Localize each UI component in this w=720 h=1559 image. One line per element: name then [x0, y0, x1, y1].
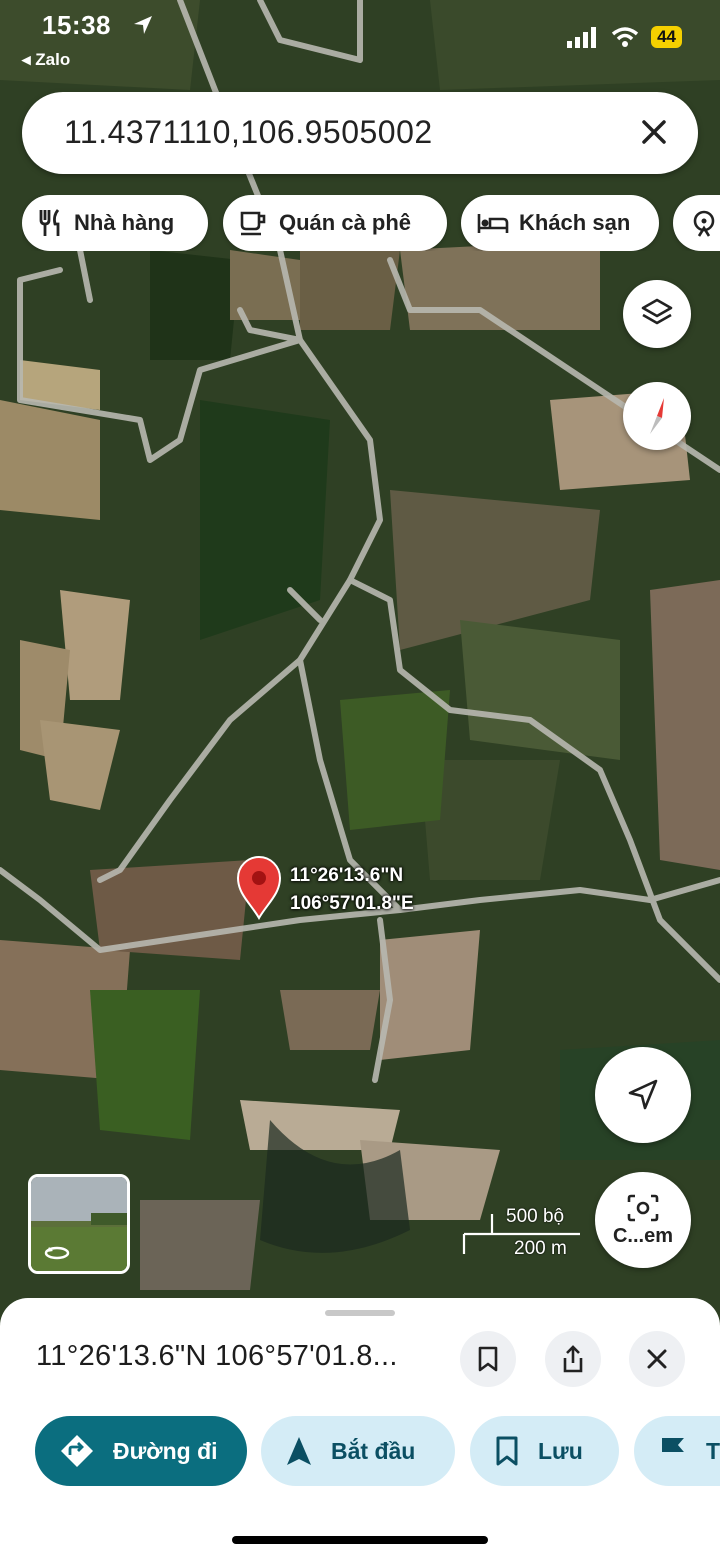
save-button[interactable]: Lưu: [470, 1416, 619, 1486]
chip-label: Nhà hàng: [74, 210, 175, 235]
chip-cafes[interactable]: Quán cà phê: [223, 195, 447, 251]
status-icons: 44: [567, 26, 682, 48]
start-label: Bắt đầu: [331, 1437, 416, 1464]
start-button[interactable]: Bắt đầu: [261, 1416, 455, 1486]
my-location-button[interactable]: [595, 1047, 691, 1143]
navigation-arrow-icon: [287, 1437, 311, 1465]
street-view-thumbnail[interactable]: [28, 1174, 130, 1274]
status-bar: 15:38 ◂ Zalo 44: [0, 0, 720, 80]
home-indicator[interactable]: [232, 1536, 488, 1544]
close-icon: [647, 1349, 667, 1369]
pin-latitude: 11°26'13.6"N: [290, 865, 404, 886]
chip-hotels[interactable]: Khách sạn: [461, 195, 659, 251]
pin-longitude: 106°57'01.8"E: [290, 893, 414, 914]
label-label: T: [705, 1437, 720, 1464]
search-bar[interactable]: 11.4371110,106.9505002: [22, 92, 698, 174]
share-icon: [563, 1345, 583, 1373]
scale-metric: 200 m: [514, 1238, 567, 1259]
sheet-drag-handle[interactable]: [325, 1310, 395, 1316]
camera-search-button[interactable]: C...em: [595, 1172, 691, 1268]
chip-restaurants[interactable]: Nhà hàng: [22, 195, 208, 251]
category-chips: Nhà hàng Quán cà phê Khách sạn: [22, 195, 720, 251]
layers-icon: [641, 298, 673, 325]
navigation-arrow-icon: [628, 1079, 658, 1110]
rotate-360-icon: [44, 1246, 70, 1260]
place-bottom-sheet: 11°26'13.6"N 106°57'01.8... Đường đi Bắt…: [0, 1298, 720, 1559]
directions-label: Đường đi: [113, 1437, 218, 1464]
scale-imperial: 500 bộ: [506, 1206, 565, 1227]
back-app-label: Zalo: [35, 50, 71, 69]
status-time: 15:38: [42, 10, 111, 40]
bed-icon: [477, 214, 509, 233]
camera-icon: [627, 1194, 659, 1221]
map-pin-icon[interactable]: [236, 856, 282, 920]
place-title: 11°26'13.6"N 106°57'01.8...: [36, 1340, 398, 1372]
fork-knife-icon: [39, 209, 60, 236]
coffee-cup-icon: [240, 211, 266, 236]
chip-label: Quán cà phê: [279, 210, 412, 235]
layers-button[interactable]: [623, 280, 691, 348]
attraction-icon: [693, 210, 715, 237]
share-button[interactable]: [545, 1331, 601, 1387]
compass-icon: [650, 398, 664, 434]
label-button[interactable]: T: [634, 1416, 720, 1486]
save-place-button[interactable]: [460, 1331, 516, 1387]
clear-search-icon[interactable]: [636, 114, 672, 150]
wifi-icon: [611, 27, 639, 47]
back-to-app-link[interactable]: ◂ Zalo: [22, 50, 70, 70]
camera-label: C...em: [612, 1224, 674, 1247]
search-query[interactable]: 11.4371110,106.9505002: [64, 114, 433, 151]
compass-button[interactable]: [623, 382, 691, 450]
directions-icon: [61, 1435, 93, 1467]
battery-level: 44: [651, 26, 682, 48]
close-sheet-button[interactable]: [629, 1331, 685, 1387]
save-label: Lưu: [538, 1437, 583, 1464]
pin-coordinates-label: 11°26'13.6"N 106°57'01.8"E: [290, 862, 414, 918]
bookmark-icon: [496, 1436, 518, 1466]
location-arrow-icon: [134, 16, 152, 34]
bookmark-icon: [478, 1346, 498, 1372]
directions-button[interactable]: Đường đi: [35, 1416, 247, 1486]
cellular-signal-icon: [567, 27, 597, 48]
flag-icon: [661, 1438, 684, 1465]
chip-attractions[interactable]: [673, 195, 720, 251]
chip-label: Khách sạn: [519, 210, 631, 235]
